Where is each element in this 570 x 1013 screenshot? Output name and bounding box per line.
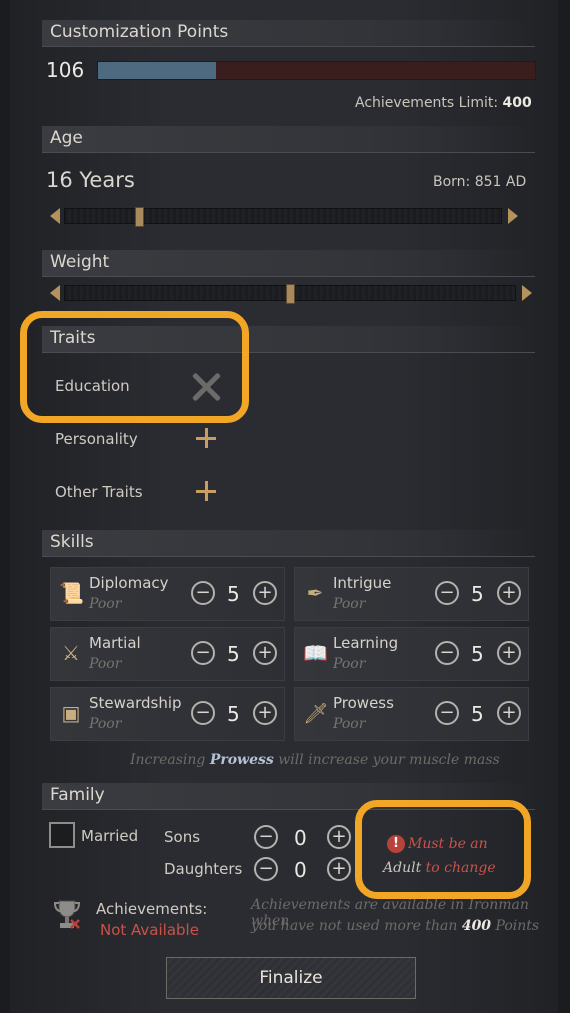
daughters-increase-button[interactable]: + [327, 857, 351, 881]
customization-points-title: Customization Points [50, 22, 229, 42]
intrigue-decrease-button[interactable]: − [435, 581, 459, 605]
trait-other-label: Other Traits [55, 483, 143, 501]
skill-name: Diplomacy [89, 574, 169, 592]
married-label: Married [81, 827, 139, 845]
skill-value: 5 [471, 702, 484, 726]
skill-value: 5 [471, 642, 484, 666]
age-header: Age [42, 126, 535, 153]
prowess-decrease-button[interactable]: − [435, 701, 459, 725]
education-highlight-annotation [20, 311, 249, 423]
prowess-increase-button[interactable]: + [497, 701, 521, 725]
skill-value: 5 [227, 582, 240, 606]
skills-header: Skills [42, 530, 535, 557]
achievements-status: Not Available [100, 921, 199, 939]
daughters-value: 0 [294, 858, 307, 882]
dagger-icon: 🗡 [303, 701, 329, 725]
skill-level: Poor [333, 596, 366, 612]
skill-value: 5 [227, 642, 240, 666]
book-icon: 📖 [303, 641, 328, 665]
skill-martial: ⚔ Martial Poor − 5 + [50, 627, 285, 681]
prowess-note-prefix: Increasing [130, 752, 210, 768]
weight-header: Weight [42, 250, 535, 277]
trophy-icon [52, 898, 82, 930]
daughters-label: Daughters [164, 860, 243, 878]
skill-prowess: 🗡 Prowess Poor − 5 + [294, 687, 529, 741]
sons-label: Sons [164, 828, 201, 846]
skill-diplomacy: 📜 Diplomacy Poor − 5 + [50, 567, 285, 621]
born-date: Born: 851 AD [433, 174, 527, 190]
trait-personality-label: Personality [55, 430, 138, 448]
skill-level: Poor [333, 656, 366, 672]
age-decrease-arrow[interactable] [50, 208, 60, 224]
skills-title: Skills [50, 532, 94, 552]
age-slider-handle[interactable] [135, 207, 145, 227]
sons-increase-button[interactable]: + [327, 825, 351, 849]
stewardship-increase-button[interactable]: + [253, 701, 277, 725]
married-checkbox[interactable] [49, 822, 75, 848]
panel-left-edge [0, 0, 10, 1013]
diplomacy-decrease-button[interactable]: − [191, 581, 215, 605]
skill-name: Martial [89, 634, 141, 652]
skill-name: Intrigue [333, 574, 392, 592]
weight-decrease-arrow[interactable] [50, 285, 60, 301]
adult-warning-highlight-annotation [355, 800, 531, 899]
achievements-note-line2: you have not used more than 400 Points [251, 918, 539, 934]
skill-name: Stewardship [89, 694, 182, 712]
add-other-traits-icon[interactable] [196, 481, 216, 501]
scroll-icon: 📜 [59, 581, 84, 605]
customization-points-bar-fill [98, 62, 216, 79]
weight-slider[interactable] [64, 284, 516, 304]
crossed-swords-icon: ⚔ [62, 641, 80, 665]
finalize-button[interactable]: Finalize [166, 957, 416, 999]
quill-icon: ✒ [306, 581, 324, 605]
skill-value: 5 [471, 582, 484, 606]
martial-decrease-button[interactable]: − [191, 641, 215, 665]
achievements-limit: Achievements Limit: 400 [355, 95, 532, 111]
skill-level: Poor [333, 716, 366, 732]
intrigue-increase-button[interactable]: + [497, 581, 521, 605]
weight-increase-arrow[interactable] [522, 285, 532, 301]
skill-learning: 📖 Learning Poor − 5 + [294, 627, 529, 681]
skill-intrigue: ✒ Intrigue Poor − 5 + [294, 567, 529, 621]
skill-level: Poor [89, 656, 122, 672]
daughters-decrease-button[interactable]: − [254, 857, 278, 881]
chest-icon: ▣ [61, 701, 81, 725]
achievements-limit-label: Achievements Limit: [355, 95, 499, 111]
diplomacy-increase-button[interactable]: + [253, 581, 277, 605]
age-value: 16 Years [46, 168, 135, 192]
stewardship-decrease-button[interactable]: − [191, 701, 215, 725]
customization-points-value: 106 [46, 58, 85, 82]
skill-value: 5 [227, 702, 240, 726]
achievements-limit-value: 400 [502, 95, 532, 111]
weight-slider-handle[interactable] [286, 284, 295, 304]
age-increase-arrow[interactable] [508, 208, 518, 224]
family-title: Family [50, 785, 105, 805]
skill-level: Poor [89, 716, 122, 732]
skill-name: Learning [333, 634, 399, 652]
skill-stewardship: ▣ Stewardship Poor − 5 + [50, 687, 285, 741]
learning-decrease-button[interactable]: − [435, 641, 459, 665]
panel-right-edge [558, 0, 570, 1013]
customization-points-header: Customization Points [42, 20, 535, 47]
prowess-note: Increasing Prowess will increase your mu… [130, 752, 500, 768]
martial-increase-button[interactable]: + [253, 641, 277, 665]
sons-decrease-button[interactable]: − [254, 825, 278, 849]
achievements-label: Achievements: [96, 900, 208, 918]
prowess-note-suffix: will increase your muscle mass [273, 752, 500, 768]
sons-value: 0 [294, 826, 307, 850]
customization-points-bar [97, 61, 536, 80]
prowess-note-highlight: Prowess [209, 752, 274, 768]
age-slider[interactable] [64, 207, 502, 227]
achievements-note-prefix: you have not used more than [251, 918, 462, 934]
weight-title: Weight [50, 252, 110, 272]
achievements-note-suffix: Points [491, 918, 540, 934]
learning-increase-button[interactable]: + [497, 641, 521, 665]
add-personality-icon[interactable] [196, 428, 216, 448]
achievements-note-value: 400 [461, 918, 492, 934]
skill-level: Poor [89, 596, 122, 612]
age-title: Age [50, 128, 83, 148]
skill-name: Prowess [333, 694, 394, 712]
